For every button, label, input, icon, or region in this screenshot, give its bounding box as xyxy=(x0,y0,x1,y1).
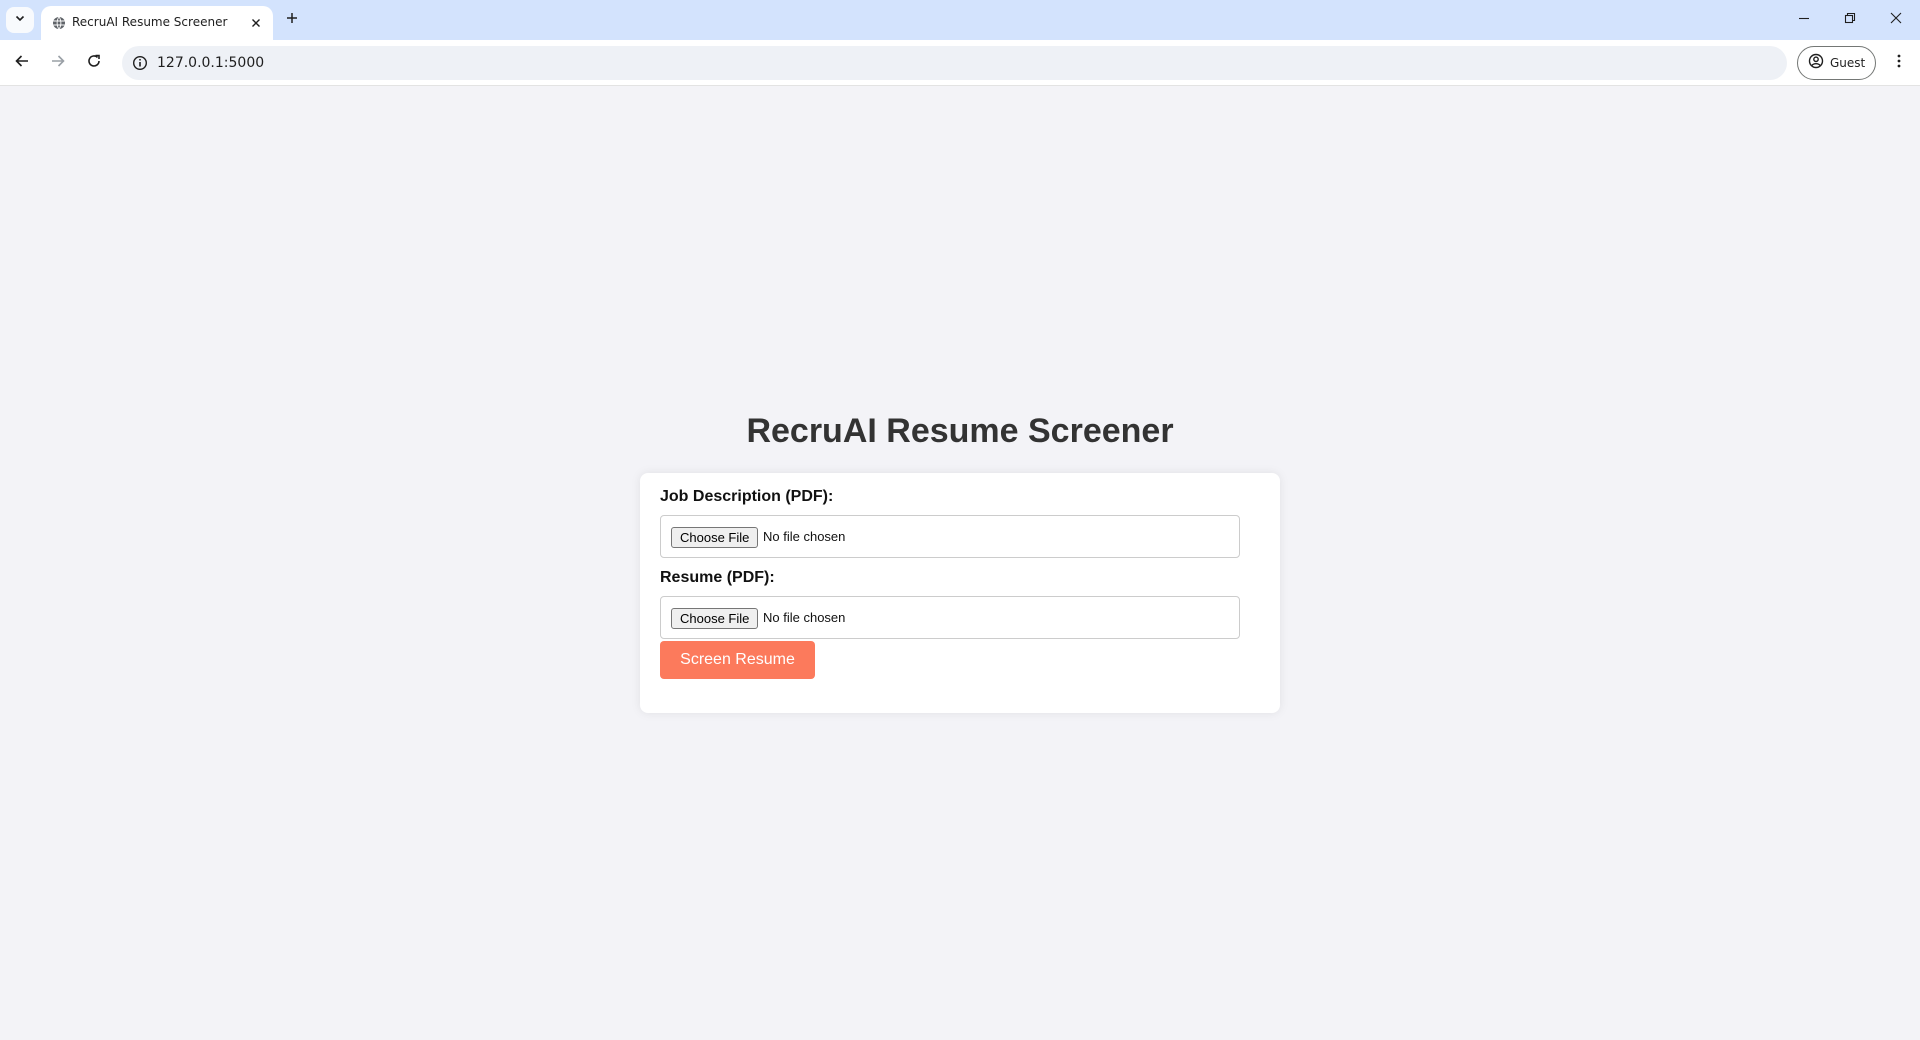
resume-file-input[interactable]: Choose File No file chosen xyxy=(660,596,1240,639)
forward-button[interactable] xyxy=(44,49,72,77)
minimize-window-button[interactable] xyxy=(1781,0,1827,40)
active-tab[interactable]: RecruAI Resume Screener xyxy=(41,6,273,40)
minimize-icon xyxy=(1798,11,1810,29)
resume-file-status: No file chosen xyxy=(763,610,846,625)
restore-window-button[interactable] xyxy=(1827,0,1873,40)
resume-label: Resume (PDF): xyxy=(660,569,775,586)
job-description-label: Job Description (PDF): xyxy=(660,488,834,505)
upload-form-card: Job Description (PDF): Choose File No fi… xyxy=(640,473,1280,713)
profile-label: Guest xyxy=(1830,56,1866,70)
job-description-choose-file-button[interactable]: Choose File xyxy=(671,527,759,548)
more-vert-icon xyxy=(1891,53,1907,74)
restore-icon xyxy=(1844,11,1856,29)
browser-menu-button[interactable] xyxy=(1885,49,1913,77)
new-tab-button[interactable] xyxy=(280,8,304,32)
reload-icon xyxy=(86,53,102,74)
info-icon[interactable] xyxy=(130,53,150,73)
screen-resume-button[interactable]: Screen Resume xyxy=(660,641,815,679)
plus-icon xyxy=(286,11,298,29)
url-text: 127.0.0.1:5000 xyxy=(157,55,265,71)
globe-icon xyxy=(50,14,68,32)
arrow-left-icon xyxy=(14,53,30,74)
browser-toolbar: 127.0.0.1:5000 Guest xyxy=(0,40,1920,86)
browser-tab-strip: RecruAI Resume Screener xyxy=(0,0,1920,40)
tab-title: RecruAI Resume Screener xyxy=(72,15,228,29)
account-circle-icon xyxy=(1808,53,1824,74)
page-title: RecruAI Resume Screener xyxy=(746,412,1174,450)
close-icon xyxy=(1890,11,1902,29)
close-tab-icon[interactable] xyxy=(247,14,265,32)
reload-button[interactable] xyxy=(80,49,108,77)
job-description-file-status: No file chosen xyxy=(763,529,846,544)
tab-search-button[interactable] xyxy=(6,7,34,33)
resume-choose-file-button[interactable]: Choose File xyxy=(671,608,759,629)
page-viewport: RecruAI Resume Screener Job Description … xyxy=(0,87,1920,1040)
address-bar[interactable]: 127.0.0.1:5000 xyxy=(122,46,1787,80)
chevron-down-icon xyxy=(14,11,26,29)
close-window-button[interactable] xyxy=(1873,0,1919,40)
profile-button[interactable]: Guest xyxy=(1797,46,1876,80)
back-button[interactable] xyxy=(8,49,36,77)
arrow-right-icon xyxy=(50,53,66,74)
job-description-file-input[interactable]: Choose File No file chosen xyxy=(660,515,1240,558)
